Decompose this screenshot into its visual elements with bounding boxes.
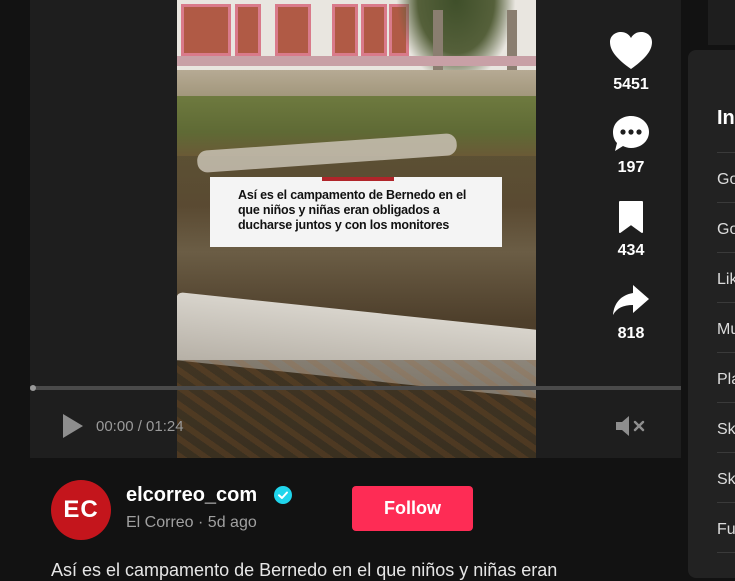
comment-count: 197: [617, 159, 645, 176]
play-icon[interactable]: [59, 412, 85, 440]
side-menu-item[interactable]: Go: [717, 171, 735, 189]
side-menu-item[interactable]: Mu: [717, 321, 735, 339]
comment-icon[interactable]: [600, 111, 662, 157]
share-action[interactable]: 818: [600, 277, 662, 343]
verified-badge-icon: [274, 486, 292, 504]
video-description: Así es el campamento de Bernedo en el qu…: [51, 560, 558, 580]
save-count: 434: [617, 242, 645, 259]
channel-meta: El Correo · 5d ago: [126, 514, 257, 532]
progress-handle[interactable]: [30, 385, 36, 391]
side-menu-item[interactable]: Fu: [717, 521, 735, 539]
save-action[interactable]: 434: [600, 194, 662, 260]
avatar[interactable]: EC: [51, 480, 111, 540]
video-caption-text: Así es el campamento de Bernedo en el qu…: [238, 188, 467, 232]
side-menu-item[interactable]: Lik: [717, 271, 735, 289]
side-menu-panel: In Go Go Lik Mu Pla Sk Sk Fu: [688, 50, 735, 578]
follow-button[interactable]: Follow: [352, 486, 473, 531]
side-menu-item[interactable]: Sk: [717, 421, 735, 439]
comment-action[interactable]: 197: [600, 111, 662, 177]
side-menu-item[interactable]: Pla: [717, 371, 735, 389]
side-menu-item[interactable]: Sk: [717, 471, 735, 489]
channel-display-name: El Correo: [126, 514, 194, 531]
video-caption-overlay: Así es el campamento de Bernedo en el qu…: [210, 177, 502, 247]
side-menu-item[interactable]: Go: [717, 221, 735, 239]
channel-handle[interactable]: elcorreo_com: [126, 484, 257, 507]
mute-icon[interactable]: [614, 414, 648, 438]
channel-info: EC elcorreo_com El Correo · 5d ago Follo…: [30, 458, 681, 581]
playback-time: 00:00 / 01:24: [96, 418, 184, 435]
bookmark-icon[interactable]: [600, 194, 662, 240]
like-count: 5451: [613, 76, 649, 93]
app-root: Así es el campamento de Bernedo en el qu…: [0, 0, 735, 581]
share-count: 818: [617, 325, 645, 342]
like-action[interactable]: 5451: [600, 28, 662, 94]
heart-icon[interactable]: [600, 28, 662, 74]
side-menu-title: In: [717, 107, 735, 129]
top-right-strip: [708, 0, 735, 45]
meta-separator: ·: [193, 514, 208, 531]
video-player[interactable]: Así es el campamento de Bernedo en el qu…: [30, 0, 681, 458]
post-age: 5d ago: [207, 514, 257, 531]
progress-bar[interactable]: [30, 385, 681, 391]
share-icon[interactable]: [600, 277, 662, 323]
